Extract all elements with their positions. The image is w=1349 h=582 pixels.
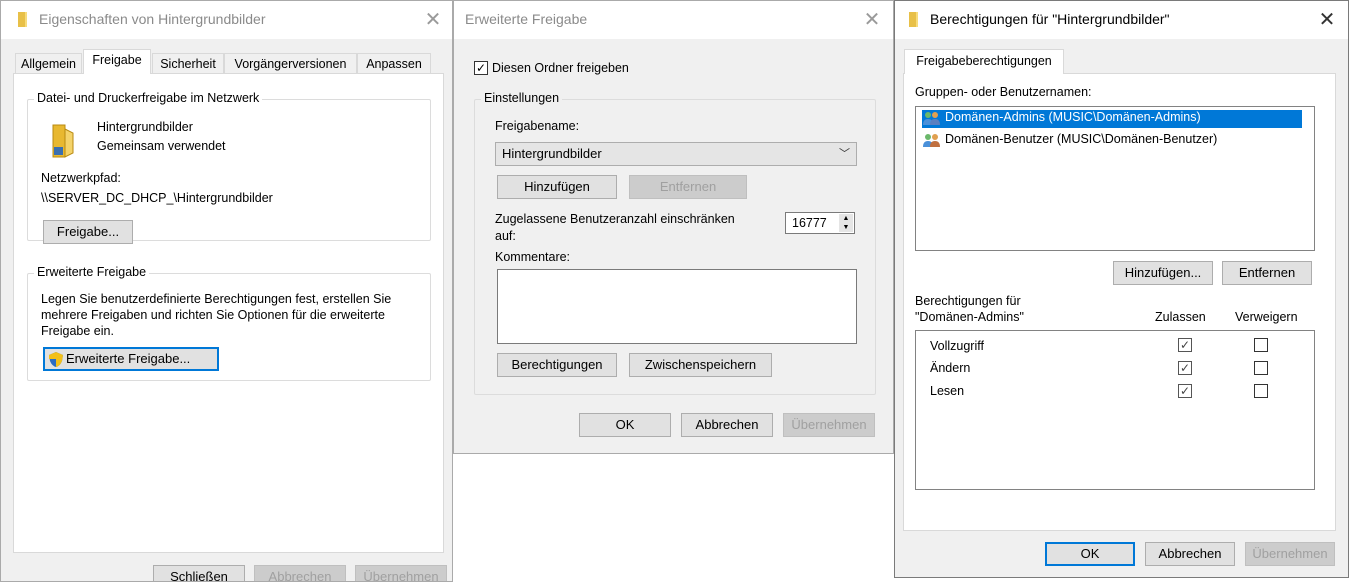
permissions-button[interactable]: Berechtigungen bbox=[497, 353, 617, 377]
sharename-value: Hintergrundbilder bbox=[502, 146, 602, 161]
properties-window: Eigenschaften von Hintergrundbilder ✕ Al… bbox=[0, 0, 453, 582]
perms-label-line1: Berechtigungen für bbox=[915, 294, 1021, 308]
close-icon[interactable]: ✕ bbox=[420, 7, 446, 33]
tab-allgemein[interactable]: Allgemein bbox=[15, 53, 82, 74]
permissions-window: Berechtigungen für "Hintergrundbilder" ✕… bbox=[894, 0, 1349, 578]
permissions-title: Berechtigungen für "Hintergrundbilder" bbox=[930, 11, 1170, 27]
remove-user-button[interactable]: Entfernen bbox=[1222, 261, 1312, 285]
freigabe-panel: Datei- und Druckerfreigabe im Netzwerk H… bbox=[13, 73, 444, 553]
user-group-icon bbox=[923, 134, 940, 147]
apply-button[interactable]: Übernehmen bbox=[355, 565, 447, 581]
share-folder-label: Diesen Ordner freigeben bbox=[492, 61, 629, 75]
advanced-desc-line1: Legen Sie benutzerdefinierte Berechtigun… bbox=[41, 292, 392, 306]
add-sharename-button[interactable]: Hinzufügen bbox=[497, 175, 617, 199]
ok-button[interactable]: OK bbox=[1045, 542, 1135, 566]
users-listbox[interactable]: Domänen-Admins (MUSIC\Domänen-Admins) Do… bbox=[915, 106, 1315, 251]
permissions-titlebar[interactable]: Berechtigungen für "Hintergrundbilder" ✕ bbox=[895, 1, 1348, 39]
folder-icon bbox=[18, 12, 27, 27]
advanced-desc-line3: Freigabe ein. bbox=[41, 324, 114, 338]
apply-button[interactable]: Übernehmen bbox=[1245, 542, 1335, 566]
properties-titlebar[interactable]: Eigenschaften von Hintergrundbilder ✕ bbox=[1, 1, 452, 39]
spin-down-icon[interactable]: ▼ bbox=[839, 223, 853, 232]
perms-label-line2: "Domänen-Admins" bbox=[915, 310, 1024, 324]
deny-checkbox[interactable] bbox=[1254, 338, 1268, 352]
user-limit-value: 16777 bbox=[792, 216, 827, 230]
properties-title: Eigenschaften von Hintergrundbilder bbox=[39, 11, 266, 27]
caching-button[interactable]: Zwischenspeichern bbox=[629, 353, 772, 377]
allow-checkbox[interactable]: ✓ bbox=[1178, 384, 1192, 398]
comments-textarea[interactable] bbox=[497, 269, 857, 344]
allow-column-header: Zulassen bbox=[1155, 310, 1206, 324]
cancel-button[interactable]: Abbrechen bbox=[254, 565, 346, 581]
folder-share-status: Gemeinsam verwendet bbox=[97, 139, 226, 153]
deny-column-header: Verweigern bbox=[1235, 310, 1298, 324]
add-user-button[interactable]: Hinzufügen... bbox=[1113, 261, 1213, 285]
user-group-icon bbox=[923, 112, 940, 125]
permission-name: Ändern bbox=[930, 361, 971, 375]
settings-group-label: Einstellungen bbox=[481, 91, 563, 105]
deny-checkbox[interactable] bbox=[1254, 361, 1268, 375]
remove-sharename-button[interactable]: Entfernen bbox=[629, 175, 747, 199]
list-item: Domänen-Admins (MUSIC\Domänen-Admins) bbox=[945, 110, 1201, 124]
advanced-desc-line2: mehrere Freigaben und richten Sie Option… bbox=[41, 308, 385, 322]
groups-label: Gruppen- oder Benutzernamen: bbox=[915, 85, 1092, 99]
close-button[interactable]: Schließen bbox=[153, 565, 245, 581]
tab-sicherheit[interactable]: Sicherheit bbox=[152, 53, 224, 74]
advanced-sharing-button-label: Erweiterte Freigabe... bbox=[66, 351, 191, 366]
limit-label-line1: Zugelassene Benutzeranzahl einschränken bbox=[495, 212, 735, 226]
chevron-down-icon: ﹀ bbox=[839, 148, 850, 160]
share-permissions-panel: Gruppen- oder Benutzernamen: Domänen-Adm… bbox=[903, 73, 1336, 531]
comments-label: Kommentare: bbox=[495, 250, 571, 264]
shared-folder-icon bbox=[52, 124, 74, 158]
limit-label-line2: auf: bbox=[495, 229, 516, 243]
tab-freigabe[interactable]: Freigabe bbox=[83, 49, 151, 74]
permission-name: Vollzugriff bbox=[930, 339, 984, 353]
cancel-button[interactable]: Abbrechen bbox=[1145, 542, 1235, 566]
permission-name: Lesen bbox=[930, 384, 965, 398]
advanced-sharing-button[interactable]: Erweiterte Freigabe... bbox=[43, 347, 219, 371]
deny-checkbox[interactable] bbox=[1254, 384, 1268, 398]
tab-share-permissions[interactable]: Freigabeberechtigungen bbox=[904, 49, 1064, 74]
share-button[interactable]: Freigabe... bbox=[43, 220, 133, 244]
folder-name: Hintergrundbilder bbox=[97, 120, 193, 134]
netpath-value: \\SERVER_DC_DHCP_\Hintergrundbilder bbox=[41, 191, 273, 205]
allow-checkbox[interactable]: ✓ bbox=[1178, 338, 1192, 352]
uac-shield-icon bbox=[49, 352, 63, 367]
tab-vorgaengerversionen[interactable]: Vorgängerversionen bbox=[224, 53, 357, 74]
sharename-label: Freigabename: bbox=[495, 119, 580, 133]
share-folder-checkbox[interactable]: ✓ bbox=[474, 61, 488, 75]
advanced-sharing-titlebar[interactable]: Erweiterte Freigabe ✕ bbox=[454, 1, 893, 39]
ok-button[interactable]: OK bbox=[579, 413, 671, 437]
folder-icon bbox=[909, 12, 918, 27]
sharename-combobox[interactable]: Hintergrundbilder ﹀ bbox=[495, 142, 857, 166]
cancel-button[interactable]: Abbrechen bbox=[681, 413, 773, 437]
allow-checkbox[interactable]: ✓ bbox=[1178, 361, 1192, 375]
spin-up-icon[interactable]: ▲ bbox=[839, 214, 853, 223]
user-limit-stepper[interactable]: 16777 ▲ ▼ bbox=[785, 212, 855, 234]
network-sharing-group-label: Datei- und Druckerfreigabe im Netzwerk bbox=[34, 91, 263, 105]
permissions-list: Vollzugriff ✓ Ändern ✓ Lesen ✓ bbox=[915, 330, 1315, 490]
apply-button[interactable]: Übernehmen bbox=[783, 413, 875, 437]
list-item[interactable]: Domänen-Benutzer (MUSIC\Domänen-Benutzer… bbox=[945, 132, 1217, 146]
advanced-sharing-title: Erweiterte Freigabe bbox=[465, 11, 588, 27]
close-icon[interactable]: ✕ bbox=[1314, 7, 1340, 33]
close-icon[interactable]: ✕ bbox=[859, 7, 885, 33]
tab-anpassen[interactable]: Anpassen bbox=[357, 53, 431, 74]
advanced-sharing-window: Erweiterte Freigabe ✕ ✓ Diesen Ordner fr… bbox=[453, 0, 894, 454]
netpath-label: Netzwerkpfad: bbox=[41, 171, 121, 185]
advanced-sharing-group-label: Erweiterte Freigabe bbox=[34, 265, 150, 279]
